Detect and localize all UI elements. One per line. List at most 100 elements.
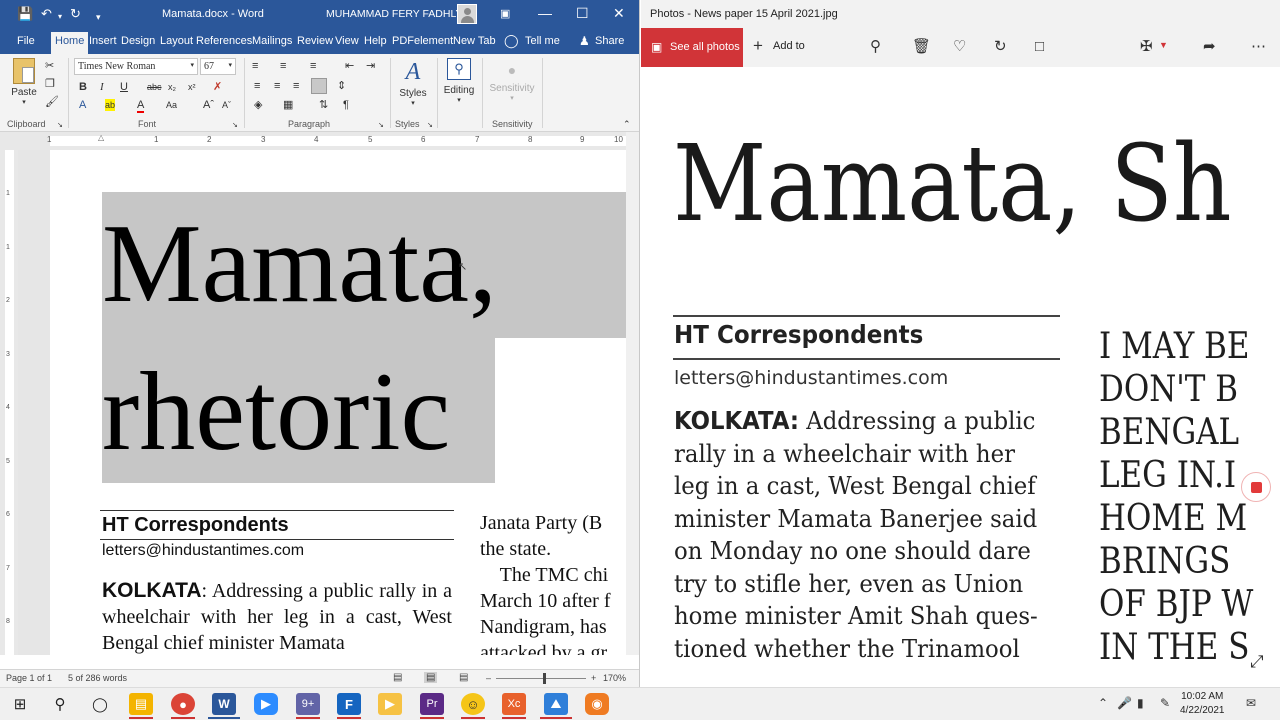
editing-button[interactable]: ⚲ Editing ▾ [441, 58, 477, 104]
shading-icon[interactable]: ◈ [254, 99, 262, 111]
change-case-icon[interactable]: Aa [166, 99, 177, 111]
more-options-icon[interactable]: ⋯ [1251, 38, 1266, 56]
tab-new-tab[interactable]: New Tab [453, 35, 496, 47]
media-player-icon[interactable]: ▶ [378, 693, 402, 715]
byline[interactable]: HT Correspondents [102, 514, 289, 537]
emoji-app-icon[interactable]: ☺ [461, 693, 485, 715]
battery-icon[interactable]: ▮ [1137, 696, 1144, 710]
document-page[interactable]: Mamata, rhetoric HT Correspondents lette… [50, 150, 626, 655]
horizontal-ruler[interactable]: 1 1 2 3 4 5 6 7 8 9 10 △ [0, 132, 639, 150]
search-icon[interactable]: ⚲ [48, 693, 72, 715]
subscript-icon[interactable]: x₂ [168, 81, 176, 93]
superscript-icon[interactable]: x² [188, 81, 196, 93]
notifications-icon[interactable]: ✉ [1246, 696, 1256, 710]
justify-icon[interactable] [311, 78, 327, 94]
copy-icon[interactable]: ❐ [45, 78, 55, 90]
undo-dropdown-icon[interactable]: ▾ [58, 9, 62, 25]
increase-indent-icon[interactable]: ⇥ [366, 60, 375, 72]
dialog-launcher-icon[interactable]: ↘ [57, 120, 63, 132]
sensitivity-button[interactable]: ● Sensitivity ▾ [486, 62, 538, 102]
headline-line-2[interactable]: rhetoric [102, 356, 450, 468]
tab-view[interactable]: View [335, 35, 359, 47]
forms-icon[interactable]: F [337, 693, 361, 715]
windows-start-icon[interactable]: ⊞ [8, 693, 32, 715]
format-painter-icon[interactable]: 🖌 [45, 96, 59, 108]
task-view-icon[interactable]: ◯ [88, 693, 112, 715]
xcode-app-icon[interactable]: Xc [502, 693, 526, 715]
rotate-icon[interactable]: ↻ [994, 38, 1007, 56]
tab-file[interactable]: File [17, 35, 35, 47]
align-left-icon[interactable]: ≡ [254, 80, 260, 92]
zoom-icon[interactable]: ⚲ [870, 38, 881, 56]
full-screen-icon[interactable]: ⤢ [1250, 652, 1264, 672]
zoom-icon[interactable]: ▶ [254, 693, 278, 715]
text-effects-icon[interactable]: A [79, 99, 86, 111]
close-icon[interactable]: ✕ [613, 5, 625, 22]
cut-icon[interactable]: ✂ [45, 60, 54, 72]
tab-review[interactable]: Review [297, 35, 333, 47]
add-icon[interactable]: + [753, 37, 763, 55]
clear-formatting-icon[interactable]: ✗ [213, 81, 222, 93]
sort-icon[interactable]: ⇅ [319, 99, 328, 111]
redo-icon[interactable]: ↻ [70, 6, 81, 22]
chrome-icon[interactable]: ● [171, 693, 195, 715]
zoom-in-icon[interactable]: + [591, 673, 596, 683]
user-avatar[interactable] [457, 4, 477, 24]
undo-icon[interactable]: ↶ [41, 6, 52, 22]
zoom-slider[interactable] [496, 678, 586, 679]
styles-dialog-launcher-icon[interactable]: ↘ [427, 120, 433, 132]
share-button[interactable]: Share [595, 35, 624, 47]
underline-icon[interactable]: U [120, 81, 128, 93]
paste-button[interactable]: Paste ▾ [8, 58, 40, 106]
font-color-icon[interactable]: A [137, 99, 145, 113]
premiere-icon[interactable]: Pr [420, 693, 444, 715]
borders-icon[interactable]: ▦ [283, 99, 293, 111]
maximize-icon[interactable]: ☐ [576, 5, 589, 22]
strikethrough-icon[interactable]: abc [147, 81, 162, 93]
headline-line-1[interactable]: Mamata, [102, 208, 497, 320]
see-all-photos-button[interactable]: ▣ See all photos [641, 28, 743, 67]
customize-qat-icon[interactable]: ▾ [96, 9, 101, 25]
tab-mailings[interactable]: Mailings [252, 35, 292, 47]
share-icon[interactable]: ➦ [1203, 38, 1216, 56]
record-stop-button[interactable] [1241, 472, 1271, 502]
system-clock[interactable]: 10:02 AM 4/22/2021 [1180, 690, 1225, 718]
paragraph-dialog-launcher-icon[interactable]: ↘ [378, 120, 384, 132]
pen-icon[interactable]: ✎ [1160, 696, 1170, 710]
font-name-box[interactable]: Times New Roman ▾ [74, 58, 198, 75]
vertical-ruler[interactable]: 1 1 2 3 4 5 6 7 8 [0, 150, 18, 655]
tab-layout[interactable]: Layout [160, 35, 193, 47]
photo-viewer[interactable]: Mamata, Sh HT Correspondents letters@hin… [641, 67, 1280, 687]
line-spacing-icon[interactable]: ⇕ [337, 80, 346, 92]
show-marks-icon[interactable]: ¶ [343, 99, 349, 111]
align-right-icon[interactable]: ≡ [293, 80, 299, 92]
bold-icon[interactable]: B [79, 81, 87, 93]
indent-marker-icon[interactable]: △ [98, 133, 104, 142]
microphone-icon[interactable]: 🎤 [1117, 696, 1132, 710]
align-center-icon[interactable]: ≡ [274, 80, 280, 92]
zoom-out-icon[interactable]: – [486, 673, 491, 683]
multilevel-list-icon[interactable]: ≡ [310, 60, 316, 72]
byline-email[interactable]: letters@hindustantimes.com [102, 542, 304, 560]
article-column-2[interactable]: Janata Party (B the state. The TMC chi M… [480, 510, 626, 655]
chevron-down-icon[interactable]: ▼ [1159, 36, 1168, 54]
tab-references[interactable]: References [196, 35, 252, 47]
tray-chevron-icon[interactable]: ⌃ [1098, 696, 1108, 710]
grow-font-icon[interactable]: Aˆ [203, 99, 214, 111]
word-count[interactable]: 5 of 286 words [68, 673, 127, 683]
page-count[interactable]: Page 1 of 1 [6, 673, 52, 683]
delete-icon[interactable]: 🗑 [912, 38, 931, 56]
shrink-font-icon[interactable]: Aˇ [222, 99, 231, 111]
tab-insert[interactable]: Insert [89, 35, 117, 47]
minimize-icon[interactable]: — [538, 5, 552, 21]
teams-icon[interactable]: 9+ [296, 693, 320, 715]
highlight-icon[interactable]: ab [105, 99, 116, 111]
file-explorer-icon[interactable]: ▤ [129, 693, 153, 715]
decrease-indent-icon[interactable]: ⇤ [345, 60, 354, 72]
photos-app-icon[interactable]: ⛰ [544, 693, 568, 715]
bullets-icon[interactable]: ≡ [252, 60, 258, 72]
numbering-icon[interactable]: ≡ [280, 60, 286, 72]
save-icon[interactable]: 💾 [17, 6, 33, 22]
font-size-box[interactable]: 67 ▾ [200, 58, 236, 75]
user-name[interactable]: MUHAMMAD FERY FADHLY [326, 8, 463, 20]
